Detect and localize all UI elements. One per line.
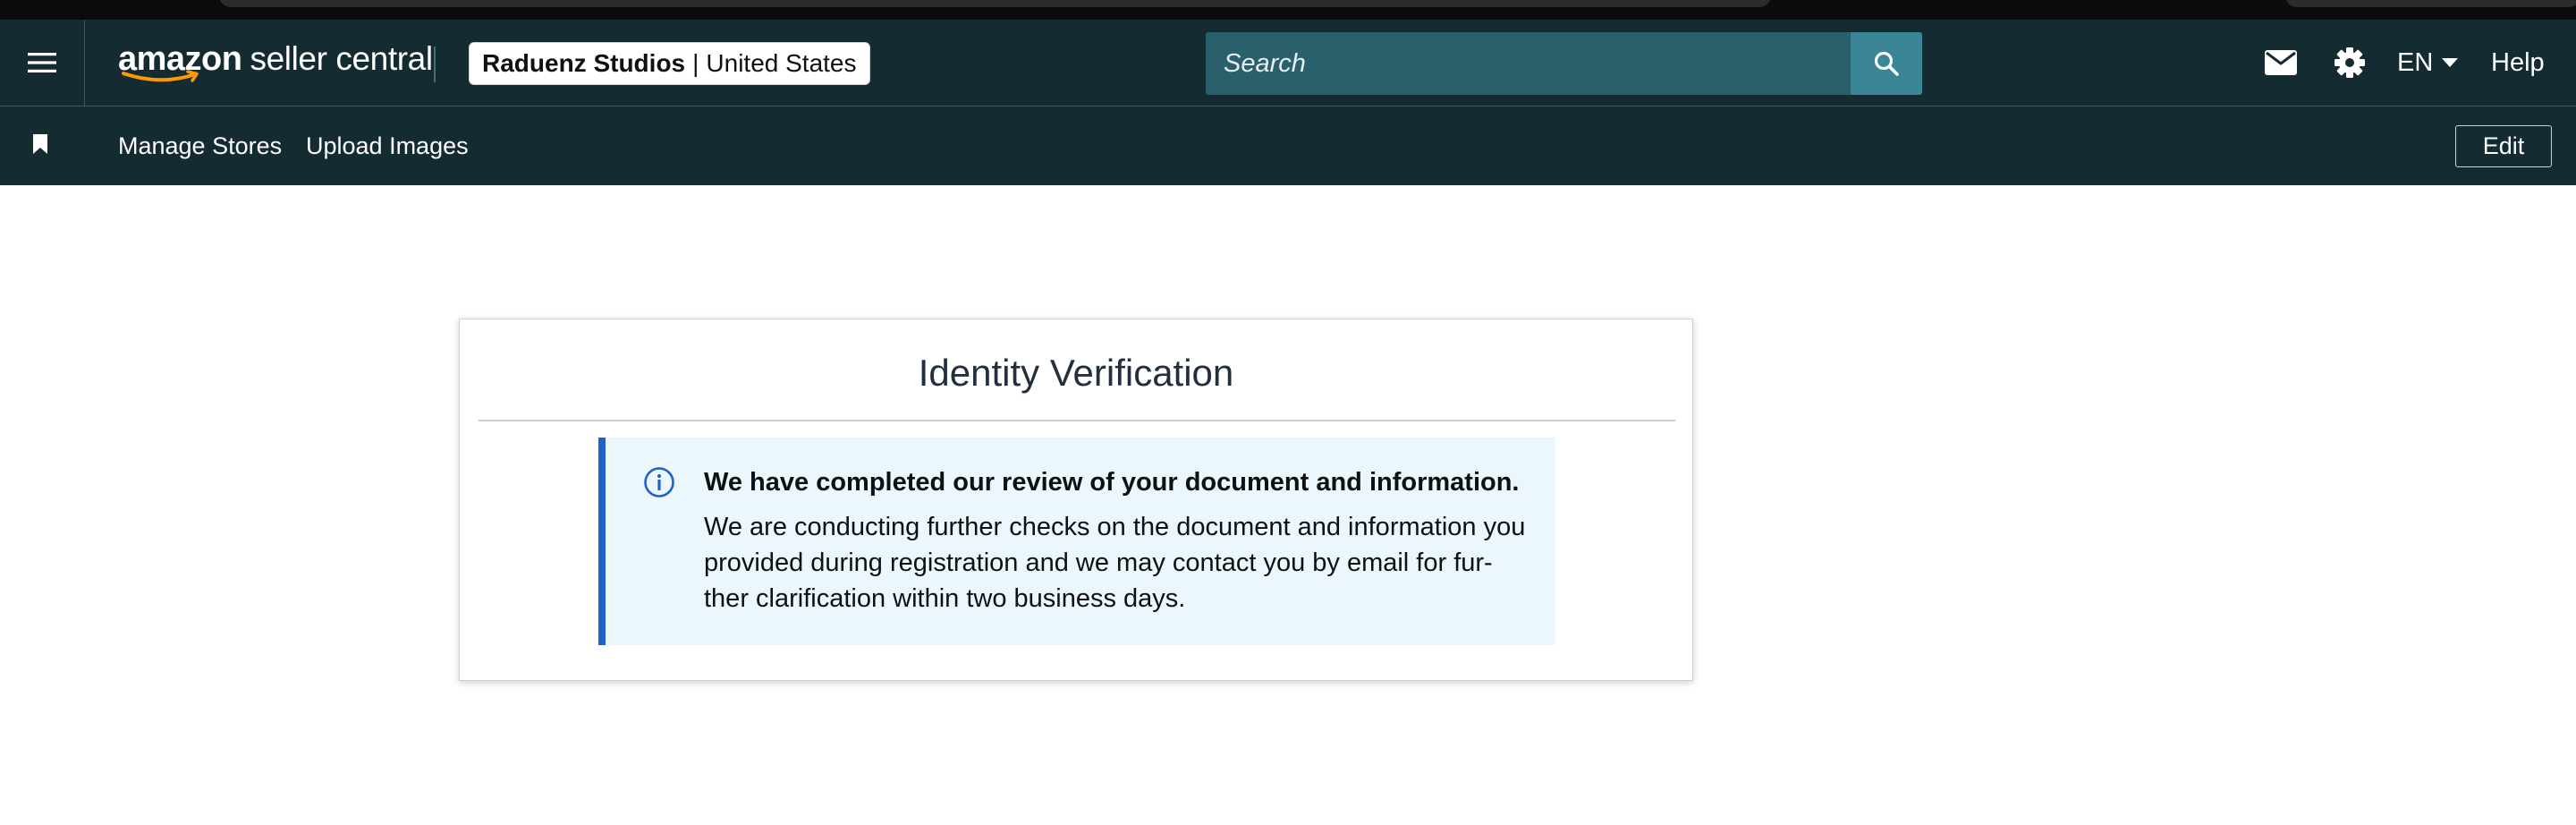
logo-seller-central-text: seller central [250, 40, 433, 77]
info-icon [644, 467, 674, 498]
messages-button[interactable] [2261, 43, 2301, 82]
gear-icon [2334, 47, 2365, 78]
alert-body-line: provided during registration and we may … [704, 549, 1493, 577]
help-link[interactable]: Help [2491, 43, 2545, 82]
alert-heading: We have completed our review of your doc… [704, 468, 1520, 497]
search-icon [1874, 51, 1899, 76]
header-divider [434, 47, 436, 82]
settings-button[interactable] [2330, 43, 2369, 82]
store-region: United States [706, 49, 857, 77]
bookmark-button[interactable] [32, 133, 54, 158]
logo-amazon-text: amazon [118, 39, 242, 82]
menu-icon [28, 53, 56, 72]
amazon-smile-icon [122, 70, 199, 82]
amazon-seller-central-logo[interactable]: amazon seller central [118, 39, 433, 86]
search-input[interactable] [1206, 32, 1851, 95]
store-separator: | [692, 49, 699, 77]
title-divider [479, 420, 1675, 421]
menu-button[interactable] [0, 20, 85, 106]
search-bar [1206, 32, 1922, 95]
bookmark-bar: Manage Stores Upload Images Edit [0, 106, 2576, 185]
store-selector[interactable]: Raduenz Studios | United States [469, 42, 870, 85]
browser-tab-bar [219, 0, 1771, 7]
identity-verification-card: Identity Verification We have completed … [459, 319, 1693, 681]
search-button[interactable] [1851, 32, 1922, 95]
alert-body-line: We are conducting further checks on the … [704, 513, 1526, 541]
bookmark-icon [33, 134, 47, 154]
alert-body-line: ther clarification within two business d… [704, 584, 1186, 613]
mail-icon [2265, 50, 2297, 75]
store-name: Raduenz Studios [482, 49, 686, 77]
nav-upload-images[interactable]: Upload Images [306, 131, 469, 161]
browser-top-strip [0, 0, 2576, 20]
browser-tab-bar-right [2285, 0, 2576, 7]
language-label: EN [2397, 47, 2434, 77]
caret-down-icon [2442, 58, 2459, 67]
language-selector[interactable]: EN [2397, 43, 2459, 82]
info-alert: We have completed our review of your doc… [598, 438, 1555, 645]
alert-body: We are conducting further checks on the … [704, 509, 1536, 617]
nav-manage-stores[interactable]: Manage Stores [118, 131, 282, 161]
top-header: amazon seller central Raduenz Studios | … [0, 20, 2576, 106]
page-title: Identity Verification [918, 352, 1234, 394]
edit-button[interactable]: Edit [2455, 125, 2552, 167]
